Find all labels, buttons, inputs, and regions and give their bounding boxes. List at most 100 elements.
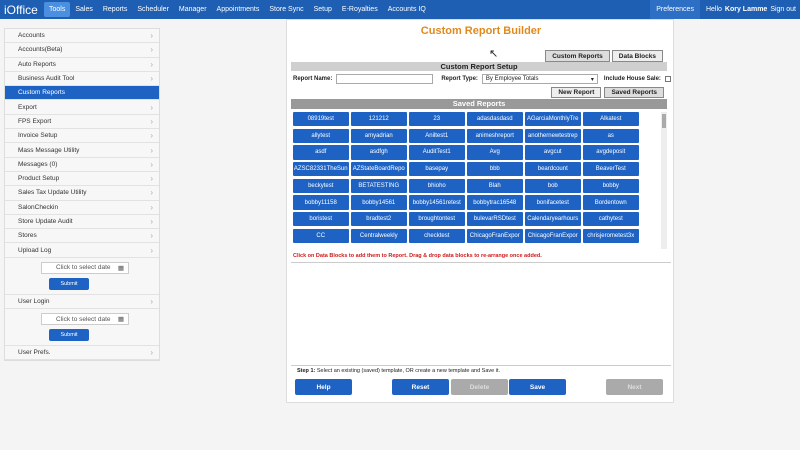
saved-report-item[interactable]: bobby14561retest: [409, 195, 465, 210]
sidebar-item-accounts-beta[interactable]: Accounts(Beta) ›: [5, 43, 159, 58]
scroll-thumb[interactable]: [662, 114, 666, 128]
nav-appointments[interactable]: Appointments: [212, 0, 265, 19]
report-type-select[interactable]: By Employee Totals ▾: [481, 74, 598, 84]
nav-manager[interactable]: Manager: [174, 0, 212, 19]
saved-report-item[interactable]: Bordentown: [583, 195, 639, 210]
saved-report-item[interactable]: boristest: [293, 212, 349, 227]
saved-report-item[interactable]: bobby: [583, 178, 639, 193]
sidebar-item-store-update-audit[interactable]: Store Update Audit ›: [5, 215, 159, 230]
saved-report-item[interactable]: bobby14561: [351, 195, 407, 210]
saved-report-item[interactable]: BeaverTest: [583, 162, 639, 177]
sidebar-item-business-audit-tool[interactable]: Business Audit Tool ›: [5, 72, 159, 87]
saved-report-item[interactable]: chrisjerometest3x: [583, 228, 639, 243]
saved-report-item[interactable]: cathytest: [583, 212, 639, 227]
user-login-submit-button[interactable]: Submit: [49, 329, 89, 342]
nav-scheduler[interactable]: Scheduler: [132, 0, 174, 19]
app-logo[interactable]: iOffice: [0, 3, 44, 17]
saved-report-item[interactable]: 08919test: [293, 112, 349, 127]
sidebar-item-stores[interactable]: Stores ›: [5, 229, 159, 244]
report-name-input[interactable]: [336, 74, 434, 84]
saved-report-item[interactable]: AGarciaMonthlyTre: [525, 112, 581, 127]
sidebar-item-user-login[interactable]: User Login ›: [5, 295, 159, 310]
saved-report-item[interactable]: ChicagoFranExpor: [467, 228, 523, 243]
reset-button[interactable]: Reset: [392, 379, 449, 395]
saved-report-item[interactable]: beckytest: [293, 178, 349, 193]
nav-e-royalties[interactable]: E-Royalties: [337, 0, 383, 19]
next-button[interactable]: Next: [606, 379, 663, 395]
saved-report-item[interactable]: bradtest2: [351, 212, 407, 227]
nav-store-sync[interactable]: Store Sync: [264, 0, 308, 19]
sidebar-item-messages[interactable]: Messages (0) ›: [5, 158, 159, 172]
sidebar-item-export[interactable]: Export ›: [5, 100, 159, 115]
saved-report-item[interactable]: broughtontest: [409, 212, 465, 227]
help-button[interactable]: Help: [295, 379, 352, 395]
sidebar-item-auto-reports[interactable]: Auto Reports ›: [5, 58, 159, 72]
saved-report-item[interactable]: basepay: [409, 162, 465, 177]
saved-report-item[interactable]: AuditTest1: [409, 145, 465, 160]
nav-reports[interactable]: Reports: [98, 0, 133, 19]
saved-report-item[interactable]: ChicagoFranExpor: [525, 228, 581, 243]
saved-report-item[interactable]: CC: [293, 228, 349, 243]
calendar-icon[interactable]: ▦: [118, 315, 124, 323]
sidebar-item-invoice-setup[interactable]: Invoice Setup ›: [5, 129, 159, 144]
sidebar-item-user-prefs[interactable]: User Prefs. ›: [5, 346, 159, 361]
saved-report-item[interactable]: checktest: [409, 228, 465, 243]
saved-report-item[interactable]: allytest: [293, 128, 349, 143]
saved-report-item[interactable]: as: [583, 128, 639, 143]
saved-report-item[interactable]: AZSC82331TheSun: [293, 162, 349, 177]
delete-button[interactable]: Delete: [451, 379, 508, 395]
saved-report-item[interactable]: Avg: [467, 145, 523, 160]
tab-custom-reports[interactable]: Custom Reports: [545, 50, 610, 62]
save-button[interactable]: Save: [509, 379, 566, 395]
nav-tools[interactable]: Tools: [44, 2, 71, 17]
saved-report-item[interactable]: BETATESTING: [351, 178, 407, 193]
saved-report-item[interactable]: asdf: [293, 145, 349, 160]
nav-sales[interactable]: Sales: [70, 0, 98, 19]
mouse-cursor-icon: ↖: [489, 48, 499, 60]
sidebar-item-saloncheckin[interactable]: SalonCheckin ›: [5, 201, 159, 215]
saved-reports-button[interactable]: Saved Reports: [604, 87, 664, 98]
upload-log-date-input[interactable]: Click to select date ▦: [41, 261, 129, 274]
saved-report-item[interactable]: asdfgh: [351, 145, 407, 160]
nav-accounts-iq[interactable]: Accounts IQ: [383, 0, 431, 19]
tab-data-blocks[interactable]: Data Blocks: [611, 50, 663, 62]
sidebar-item-mass-message-utility[interactable]: Mass Message Utility ›: [5, 143, 159, 158]
nav-setup[interactable]: Setup: [309, 0, 337, 19]
saved-report-item[interactable]: beardcount: [525, 162, 581, 177]
saved-report-item[interactable]: Blah: [467, 178, 523, 193]
saved-reports-scrollbar[interactable]: [661, 112, 667, 249]
saved-report-item[interactable]: 23: [409, 112, 465, 127]
saved-report-item[interactable]: animeshreport: [467, 128, 523, 143]
saved-report-item[interactable]: AZStateBoardRepo: [351, 162, 407, 177]
saved-report-item[interactable]: anothernewtestrep: [525, 128, 581, 143]
upload-log-submit-button[interactable]: Submit: [49, 277, 89, 290]
user-login-date-input[interactable]: Click to select date ▦: [41, 313, 129, 326]
sidebar-item-fps-export[interactable]: FPS Export ›: [5, 115, 159, 130]
house-sale-checkbox[interactable]: [664, 76, 671, 82]
saved-report-item[interactable]: avgcut: [525, 145, 581, 160]
saved-report-item[interactable]: Centralweekly: [351, 228, 407, 243]
sidebar-item-upload-log[interactable]: Upload Log ›: [5, 243, 159, 258]
saved-report-item[interactable]: Calendaryearhours: [525, 212, 581, 227]
signout-link[interactable]: Sign out: [770, 6, 796, 13]
saved-report-item[interactable]: avgdeposit: [583, 145, 639, 160]
sidebar-item-sales-tax-update[interactable]: Sales Tax Update Utility ›: [5, 186, 159, 201]
saved-report-item[interactable]: amyadrian: [351, 128, 407, 143]
saved-report-item[interactable]: bulevarRSDtest: [467, 212, 523, 227]
saved-report-item[interactable]: bobby11158: [293, 195, 349, 210]
saved-report-item[interactable]: Aniltest1: [409, 128, 465, 143]
calendar-icon[interactable]: ▦: [118, 264, 124, 272]
new-report-button[interactable]: New Report: [551, 87, 602, 98]
saved-report-item[interactable]: bhioho: [409, 178, 465, 193]
saved-report-item[interactable]: bonifacetest: [525, 195, 581, 210]
saved-report-item[interactable]: bbb: [467, 162, 523, 177]
saved-report-item[interactable]: bob: [525, 178, 581, 193]
saved-report-item[interactable]: 121212: [351, 112, 407, 127]
sidebar-item-product-setup[interactable]: Product Setup ›: [5, 172, 159, 187]
saved-report-item[interactable]: bobbytrac16548: [467, 195, 523, 210]
sidebar-item-accounts[interactable]: Accounts ›: [5, 29, 159, 44]
preferences-link[interactable]: Preferences: [650, 0, 700, 19]
sidebar-item-custom-reports[interactable]: Custom Reports: [5, 86, 159, 101]
saved-report-item[interactable]: adasdasdasd: [467, 112, 523, 127]
saved-report-item[interactable]: Alkatest: [583, 112, 639, 127]
